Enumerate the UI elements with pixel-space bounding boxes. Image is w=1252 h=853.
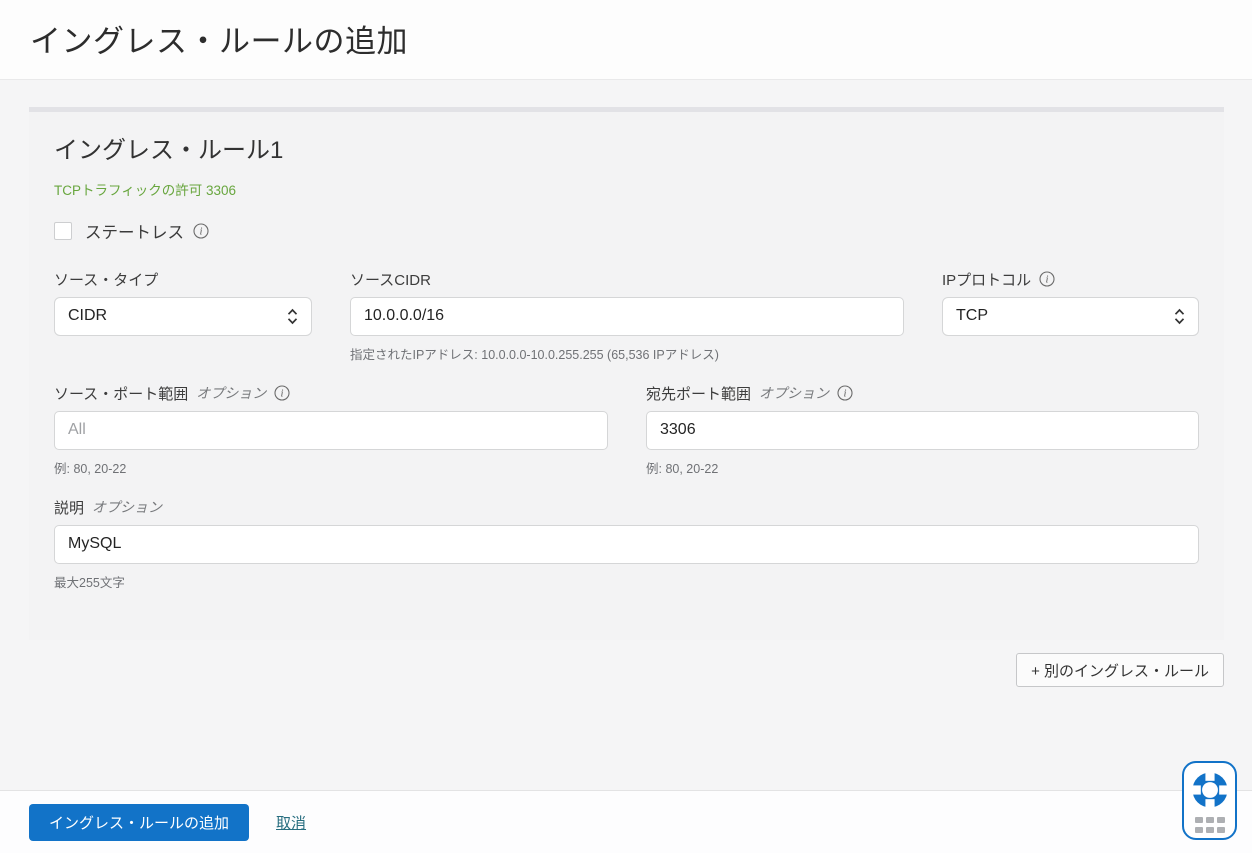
source-type-value: CIDR <box>68 307 108 325</box>
info-icon[interactable]: i <box>193 223 209 239</box>
source-type-field: ソース・タイプ CIDR <box>54 270 312 363</box>
svg-text:i: i <box>1046 275 1049 286</box>
ip-protocol-value: TCP <box>956 307 988 325</box>
svg-text:i: i <box>844 389 847 400</box>
life-ring-help-icon[interactable] <box>1189 770 1230 810</box>
dialog-footer: イングレス・ルールの追加 取消 <box>0 790 1252 853</box>
source-cidr-field: ソースCIDR 指定されたIPアドレス: 10.0.0.0-10.0.255.2… <box>350 270 904 363</box>
source-cidr-hint: 指定されたIPアドレス: 10.0.0.0-10.0.255.255 (65,5… <box>350 347 719 362</box>
optional-label: オプション <box>196 385 267 402</box>
source-port-label: ソース・ポート範囲 オプション i <box>54 384 608 403</box>
dest-port-hint: 例: 80, 20-22 <box>646 461 719 476</box>
add-another-rule-button[interactable]: + 別のイングレス・ルール <box>1016 653 1224 687</box>
source-port-hint: 例: 80, 20-22 <box>54 461 127 476</box>
stateless-checkbox[interactable] <box>54 221 72 240</box>
form-row-1: ソース・タイプ CIDR ソースCIDR 指定されたIPアドレス: 10.0.0… <box>54 270 1199 363</box>
rule-heading: イングレス・ルール1 <box>54 137 284 164</box>
optional-label: オプション <box>92 499 163 516</box>
source-cidr-label: ソースCIDR <box>350 271 431 289</box>
cancel-link[interactable]: 取消 <box>276 812 306 833</box>
svg-text:i: i <box>200 226 203 237</box>
help-widget[interactable] <box>1182 761 1237 840</box>
ip-protocol-label: IPプロトコル i <box>942 270 1199 289</box>
optional-label: オプション <box>759 385 830 402</box>
form-row-2: ソース・ポート範囲 オプション i 例: 80, 20-22 宛先ポート範囲 オ… <box>54 384 1199 477</box>
source-type-label: ソース・タイプ <box>54 271 159 289</box>
chevron-up-down-icon <box>287 308 298 325</box>
dest-port-input[interactable] <box>646 410 1199 450</box>
info-icon[interactable]: i <box>274 385 290 401</box>
dest-port-field: 宛先ポート範囲 オプション i 例: 80, 20-22 <box>646 384 1199 477</box>
source-port-input[interactable] <box>54 410 608 450</box>
source-port-field: ソース・ポート範囲 オプション i 例: 80, 20-22 <box>54 384 608 477</box>
source-type-select[interactable]: CIDR <box>54 296 312 336</box>
info-icon[interactable]: i <box>1039 271 1055 287</box>
description-hint: 最大255文字 <box>54 575 125 590</box>
page-title: イングレス・ルールの追加 <box>30 24 408 59</box>
info-icon[interactable]: i <box>837 385 853 401</box>
ip-protocol-select[interactable]: TCP <box>942 296 1199 336</box>
ip-protocol-field: IPプロトコル i TCP <box>942 270 1199 363</box>
description-input[interactable] <box>54 524 1199 564</box>
drag-handle-icon[interactable] <box>1194 817 1225 833</box>
description-field: 説明 オプション 最大255文字 <box>54 498 1199 591</box>
chevron-up-down-icon <box>1174 308 1185 325</box>
stateless-label: ステートレス <box>85 223 184 242</box>
description-label: 説明 オプション <box>54 499 163 517</box>
dialog-header: イングレス・ルールの追加 <box>0 0 1252 80</box>
rule-summary: TCPトラフィックの許可 3306 <box>54 182 237 198</box>
add-ingress-rules-button[interactable]: イングレス・ルールの追加 <box>29 803 250 841</box>
stateless-row: ステートレス i <box>54 219 1199 243</box>
ingress-rule-panel: イングレス・ルール1 TCPトラフィックの許可 3306 ステートレス i ソー… <box>29 107 1224 640</box>
svg-text:i: i <box>281 389 284 400</box>
source-cidr-input[interactable] <box>350 296 904 336</box>
dest-port-label: 宛先ポート範囲 オプション i <box>646 384 1199 403</box>
